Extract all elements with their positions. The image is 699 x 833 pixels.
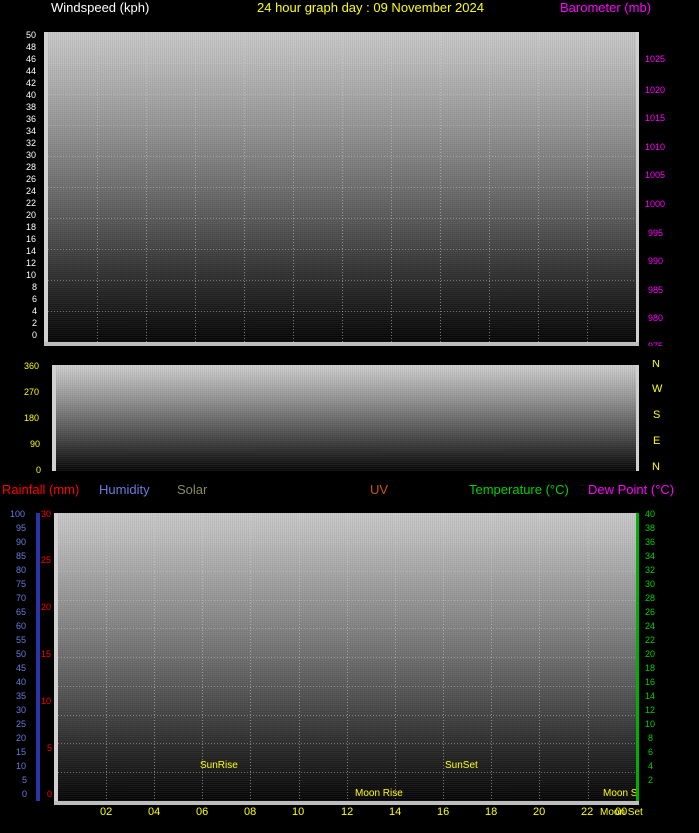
moonrise-label: Moon Rise: [355, 788, 403, 799]
legend-rainfall: Rainfall (mm): [2, 482, 80, 497]
moonset-axis-label: Moon Set: [600, 807, 643, 818]
barometer-title: Barometer (mb): [560, 0, 652, 15]
windspeed-barometer-panel: 50 48 46 44 42 40 38 36 34 32 30 28 26 2…: [26, 30, 666, 346]
windspeed-bottom-axis: [44, 342, 639, 346]
legend-humidity: Humidity: [99, 482, 150, 497]
humidity-axis-bar: [36, 513, 40, 801]
legend-dewpoint: Dew Point (°C): [588, 482, 675, 497]
sunset-label: SunSet: [445, 760, 478, 771]
page-title: 24 hour graph day : 09 November 2024: [257, 0, 484, 15]
wind-direction-right-axis: [636, 365, 639, 471]
rainfall-axis-bar: [54, 513, 58, 801]
windspeed-plot-area: [48, 32, 636, 342]
weather-graph-page: Windspeed (kph) 24 hour graph day : 09 N…: [0, 0, 699, 833]
windspeed-right-axis: [636, 32, 639, 342]
windspeed-left-axis: [44, 32, 48, 342]
wind-direction-panel: 360 270 180 90 0 N W S E N: [24, 360, 663, 475]
temperature-plot-area: SunRise SunSet Moon Rise Moon Set: [58, 513, 636, 801]
temperature-bottom-axis: [54, 801, 639, 805]
legend-uv: UV: [370, 482, 389, 497]
sunrise-label: SunRise: [200, 760, 238, 771]
legend-solar: Solar: [177, 482, 208, 497]
wind-direction-plot-area: [56, 365, 636, 471]
temperature-axis-bar: [636, 513, 639, 801]
legend-temperature: Temperature (°C): [469, 482, 569, 497]
moonset-label: Moon Set: [603, 788, 636, 799]
temperature-humidity-panel: 100 95 90 85 80 75 70 65 60 55 50 45 40 …: [10, 509, 656, 818]
windspeed-title: Windspeed (kph): [51, 0, 150, 15]
wind-direction-texture: [56, 365, 636, 471]
wind-direction-left-axis: [52, 365, 56, 471]
